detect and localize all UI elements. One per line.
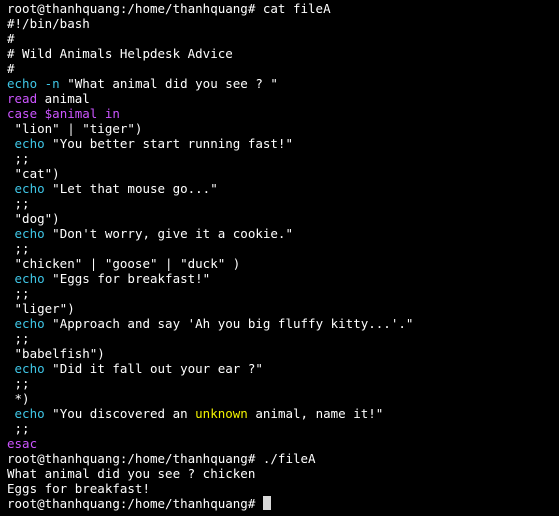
terminal-token: ;; [7,376,30,391]
terminal-line: case $animal in [7,106,559,121]
terminal-line: "dog") [7,211,559,226]
terminal-token: *) [7,391,30,406]
terminal-token: "Approach and say 'Ah you big fluffy kit… [44,316,414,331]
terminal-token: root@thanhquang:/home/thanhquang# cat fi… [7,1,331,16]
terminal-token: ;; [7,151,30,166]
terminal-line: "chicken" | "goose" | "duck" ) [7,256,559,271]
terminal-token: root@thanhquang:/home/thanhquang# [7,496,263,511]
terminal-line: # [7,31,559,46]
terminal-token: echo -n [7,76,60,91]
terminal-line: read animal [7,91,559,106]
terminal-line: echo "You better start running fast!" [7,136,559,151]
terminal-token: root@thanhquang:/home/thanhquang# ./file… [7,451,316,466]
terminal-line: ;; [7,241,559,256]
terminal-line: #!/bin/bash [7,16,559,31]
terminal-token: "Did it fall out your ear ?" [44,361,263,376]
terminal-token: echo [7,226,45,241]
terminal-token: esac [7,436,38,451]
terminal-line: echo "Eggs for breakfast!" [7,271,559,286]
terminal-line: Eggs for breakfast! [7,481,559,496]
terminal-token: "Let that mouse go..." [44,181,218,196]
terminal-token: ;; [7,421,30,436]
terminal-line: "babelfish") [7,346,559,361]
terminal-token: "lion" | "tiger") [7,121,143,136]
terminal-line: esac [7,436,559,451]
terminal-token: #!/bin/bash [7,16,90,31]
terminal-token: "cat") [7,166,60,181]
terminal-token: echo [7,271,45,286]
terminal-line: "cat") [7,166,559,181]
terminal-token: "You discovered an [44,406,196,421]
terminal-line: echo "Did it fall out your ear ?" [7,361,559,376]
terminal-token: "dog") [7,211,60,226]
terminal-token: ;; [7,286,30,301]
terminal-token: "What animal did you see ? " [59,76,278,91]
terminal-token: "babelfish") [7,346,105,361]
terminal-line: ;; [7,421,559,436]
terminal-line: "liger") [7,301,559,316]
terminal-line: # [7,61,559,76]
terminal-token: echo [7,316,45,331]
terminal-token: "You better start running fast!" [44,136,293,151]
terminal-line: ;; [7,196,559,211]
terminal-token: read [7,91,38,106]
terminal-line: "lion" | "tiger") [7,121,559,136]
terminal-token: echo [7,406,45,421]
terminal-line: root@thanhquang:/home/thanhquang# ./file… [7,451,559,466]
terminal-token: "Eggs for breakfast!" [44,271,211,286]
terminal-token: animal [37,91,90,106]
terminal-line: ;; [7,376,559,391]
terminal-token: "liger") [7,301,75,316]
terminal-token: # [7,61,15,76]
terminal-line: ;; [7,286,559,301]
terminal-token: in [97,106,120,121]
terminal-line: ;; [7,151,559,166]
terminal-token: echo [7,361,45,376]
terminal-line: echo "You discovered an unknown animal, … [7,406,559,421]
terminal-window[interactable]: root@thanhquang:/home/thanhquang# cat fi… [0,0,559,516]
terminal-token: # Wild Animals Helpdesk Advice [7,46,233,61]
terminal-line: echo "Don't worry, give it a cookie." [7,226,559,241]
terminal-line: echo "Approach and say 'Ah you big fluff… [7,316,559,331]
terminal-token: Eggs for breakfast! [7,481,150,496]
terminal-token: What animal did you see ? chicken [7,466,256,481]
terminal-line: # Wild Animals Helpdesk Advice [7,46,559,61]
terminal-token: ;; [7,241,30,256]
terminal-line: *) [7,391,559,406]
terminal-token: unknown [195,406,248,421]
terminal-token: $animal [44,106,98,121]
terminal-line: echo "Let that mouse go..." [7,181,559,196]
terminal-token: ;; [7,196,30,211]
terminal-line: ;; [7,331,559,346]
terminal-token: "chicken" | "goose" | "duck" ) [7,256,241,271]
terminal-token: # [7,31,15,46]
terminal-line: echo -n "What animal did you see ? " [7,76,559,91]
terminal-token: "Don't worry, give it a cookie." [44,226,293,241]
terminal-line: root@thanhquang:/home/thanhquang# cat fi… [7,1,559,16]
terminal-line: What animal did you see ? chicken [7,466,559,481]
terminal-token: echo [7,136,45,151]
terminal-line: root@thanhquang:/home/thanhquang# [7,496,559,511]
terminal-token: echo [7,181,45,196]
terminal-token: ;; [7,331,30,346]
terminal-token: animal, name it!" [247,406,384,421]
terminal-token: case [7,106,38,121]
text-cursor [262,496,271,510]
